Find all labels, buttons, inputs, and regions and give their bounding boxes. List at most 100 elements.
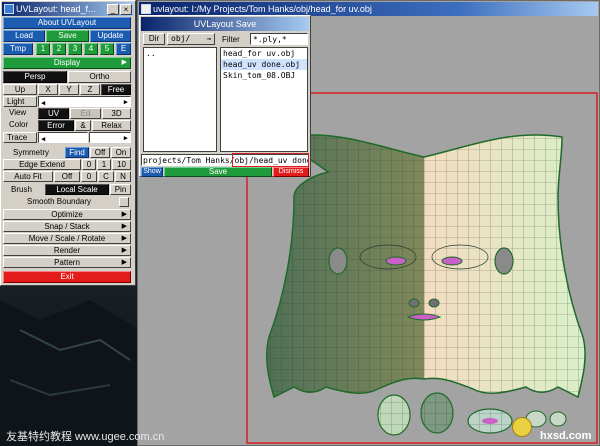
axis-up-button[interactable]: Up [3, 84, 37, 95]
edge-extend-10[interactable]: 10 [112, 159, 131, 170]
brush-label: Brush [11, 185, 32, 194]
ear-hole-left [328, 247, 348, 275]
menu-pattern-label: Pattern [54, 258, 80, 267]
filter-input[interactable]: *.ply,* [250, 33, 308, 45]
tmp-slot-e[interactable]: E [116, 43, 131, 55]
smooth-boundary-label: Smooth Boundary [27, 197, 92, 206]
save-dialog-title: UVLayout Save [193, 19, 257, 29]
view-ed-button[interactable]: Ed [70, 108, 101, 119]
menu-arrow-icon: ▶ [121, 259, 127, 266]
app-icon [141, 4, 151, 14]
save-toggle-button[interactable]: Save [46, 30, 89, 42]
color-error-button[interactable]: Error [38, 120, 74, 131]
about-button[interactable]: About UVLayout [3, 17, 131, 29]
list-item[interactable]: .. [144, 48, 216, 59]
pin-button[interactable]: Pin [110, 184, 131, 195]
list-item[interactable]: head_for uv.obj [221, 48, 307, 59]
dir-dropdown[interactable]: obj/ ⊸ [167, 33, 215, 45]
axis-z-button[interactable]: Z [80, 84, 100, 95]
auto-fit-button[interactable]: Auto Fit [3, 171, 53, 182]
filter-label: Filter [222, 35, 240, 44]
trace-slider-2[interactable]: ▶ [89, 132, 131, 143]
list-item[interactable]: Skin_tom_08.OBJ [221, 70, 307, 81]
save-dialog-titlebar[interactable]: UVLayout Save [141, 17, 309, 31]
viewport-titlebar[interactable]: uvlayout: I:/My Projects/Tom Hanks/obj/h… [139, 2, 598, 16]
slider-left-icon: ◀ [41, 135, 46, 143]
dialog-save-button[interactable]: Save [164, 167, 272, 177]
menu-arrow-icon: ▶ [121, 247, 127, 254]
color-label: Color [9, 120, 29, 129]
dir-value: obj/ [171, 34, 191, 43]
menu-arrow-icon: ▶ [121, 223, 127, 230]
axis-free-button[interactable]: Free [101, 84, 131, 95]
tmp-slot-5[interactable]: 5 [100, 43, 114, 55]
auto-fit-0[interactable]: 0 [81, 171, 97, 182]
axis-y-button[interactable]: Y [59, 84, 79, 95]
color-and-button[interactable]: & [75, 120, 91, 131]
uv-shell-eye-2[interactable] [420, 392, 454, 434]
view-3d-button[interactable]: 3D [102, 108, 131, 119]
edge-extend-0[interactable]: 0 [82, 159, 96, 170]
close-button[interactable]: × [120, 4, 132, 15]
slider-right-icon: ▶ [123, 98, 128, 106]
viewport-title: uvlayout: I:/My Projects/Tom Hanks/obj/h… [153, 4, 372, 14]
menu-snap-stack[interactable]: Snap / Stack ▶ [3, 221, 131, 232]
axis-x-button[interactable]: X [38, 84, 58, 95]
auto-fit-c[interactable]: C [98, 171, 114, 182]
symmetry-off-button[interactable]: Off [90, 147, 110, 158]
watermark-right: hxsd.com [540, 430, 592, 442]
light-slider[interactable]: ◀ ▶ [38, 96, 131, 107]
directory-list[interactable]: .. [143, 47, 217, 152]
slider-left-icon: ◀ [41, 99, 46, 107]
menu-snap-stack-label: Snap / Stack [44, 222, 90, 231]
path-highlight [232, 153, 309, 167]
uv-shell-head[interactable] [266, 134, 586, 399]
smooth-boundary-checkbox[interactable] [119, 197, 129, 207]
ear-hole-right [494, 247, 514, 275]
local-scale-button[interactable]: Local Scale [45, 184, 109, 195]
color-relax-button[interactable]: Relax [92, 120, 131, 131]
display-menu[interactable]: Display ▶ [3, 57, 131, 69]
menu-optimize[interactable]: Optimize ▶ [3, 209, 131, 220]
tmp-slot-4[interactable]: 4 [84, 43, 98, 55]
uv-shell-eye-1[interactable] [377, 394, 411, 436]
tmp-button[interactable]: Tmp [3, 43, 33, 55]
symmetry-on-button[interactable]: On [111, 147, 131, 158]
edge-extend-button[interactable]: Edge Extend [3, 159, 81, 170]
exit-button[interactable]: Exit [3, 271, 131, 283]
tmp-slot-1[interactable]: 1 [36, 43, 50, 55]
trace-slider[interactable]: ◀ [38, 132, 88, 143]
update-button[interactable]: Update [90, 30, 131, 42]
dropdown-arrow-icon: ⊸ [206, 35, 211, 43]
minimize-button[interactable]: _ [107, 4, 119, 15]
tmp-slot-2[interactable]: 2 [52, 43, 66, 55]
persp-button[interactable]: Persp [3, 71, 67, 83]
uvlayout-titlebar[interactable]: UVLayout: head_f... _ × [2, 2, 134, 16]
menu-render[interactable]: Render ▶ [3, 245, 131, 256]
uv-shell-small[interactable] [525, 410, 567, 428]
dismiss-button[interactable]: Dismiss [273, 167, 309, 177]
edge-extend-1[interactable]: 1 [97, 159, 111, 170]
light-button[interactable]: Light [3, 96, 37, 107]
ortho-button[interactable]: Ortho [68, 71, 131, 83]
load-button[interactable]: Load [3, 30, 45, 42]
trace-button[interactable]: Trace [3, 132, 37, 143]
menu-move-scale-rotate-label: Move / Scale / Rotate [28, 234, 106, 243]
menu-move-scale-rotate[interactable]: Move / Scale / Rotate ▶ [3, 233, 131, 244]
view-label: View [9, 108, 27, 117]
menu-pattern[interactable]: Pattern ▶ [3, 257, 131, 268]
view-uv-button[interactable]: UV [38, 108, 69, 119]
auto-fit-n[interactable]: N [115, 171, 131, 182]
menu-arrow-icon: ▶ [121, 235, 127, 242]
file-list[interactable]: head_for uv.obj head_uv done.obj Skin_to… [220, 47, 308, 152]
symmetry-label: Symmetry [13, 148, 49, 157]
menu-render-label: Render [53, 246, 81, 255]
list-item-selected[interactable]: head_uv done.obj [221, 59, 307, 70]
uv-shell-mouth[interactable] [467, 408, 513, 434]
tmp-slot-3[interactable]: 3 [68, 43, 82, 55]
symmetry-find-button[interactable]: Find [65, 147, 89, 158]
menu-arrow-icon: ▶ [121, 59, 127, 66]
dir-button[interactable]: Dir [143, 33, 165, 45]
auto-fit-off[interactable]: Off [54, 171, 80, 182]
show-button[interactable]: Show [141, 167, 163, 177]
